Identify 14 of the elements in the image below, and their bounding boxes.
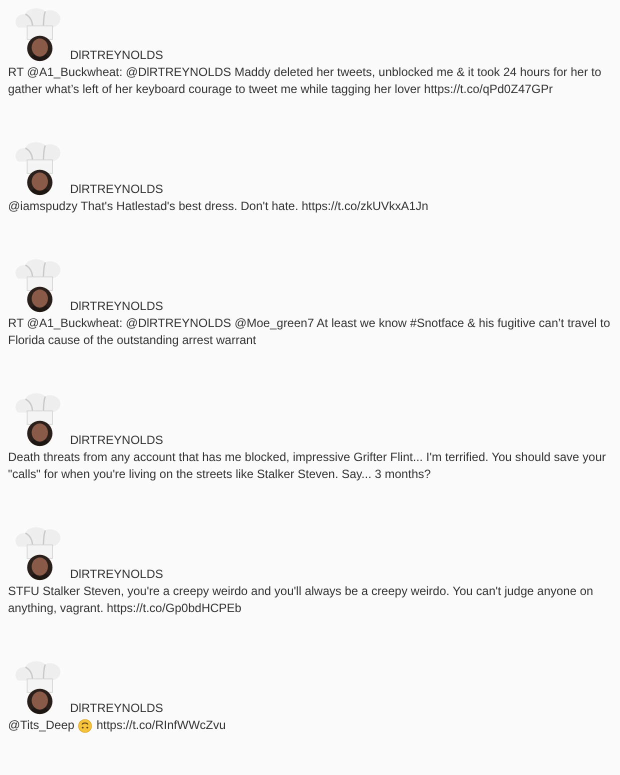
- author-name: DlRTREYNOLDS: [70, 299, 164, 313]
- author-name: DlRTREYNOLDS: [70, 48, 164, 62]
- tweet-text: https://t.co/RInfWWcZvu: [96, 717, 226, 734]
- tweet-text: RT @A1_Buckwheat: @DlRTREYNOLDS Maddy deleted her tweets, unblocked me & it took 24 hours for her to gather what’s left of her keyboard courage to tweet me while tagging her lover https://t.co/qPd0Z47GPr: [8, 64, 602, 98]
- author-name: DlRTREYNOLDS: [70, 701, 164, 715]
- upside-down-face-icon: [78, 718, 92, 732]
- author-name: DlRTREYNOLDS: [70, 433, 164, 447]
- tweet-text: STFU Stalker Steven, you're a creepy weirdo and you'll always be a creepy weirdo. You can't judge anyone on anything, vagrant. https://t.co/Gp0bdHCPEb: [8, 583, 594, 617]
- tweet-text: RT @A1_Buckwheat: @DlRTREYNOLDS @Moe_green7 At least we know #Snotface & his fugitive can’t travel to Florida cause of the outstanding arrest warrant: [8, 315, 612, 349]
- tweet-text: @Tits_Deep: [8, 717, 74, 734]
- author-name: DlRTREYNOLDS: [70, 182, 164, 196]
- tweet-text: @iamspudzy That's Hatlestad's best dress. Don't hate. https://t.co/zkUVkxA1Jn: [8, 198, 428, 215]
- tweet-text: Death threats from any account that has me blocked, impressive Grifter Flint... I'm terrified. You should save your "calls" for when you're living on the streets like Stalker Steven. Say... 3 months?: [8, 449, 607, 483]
- author-name: DlRTREYNOLDS: [70, 567, 164, 581]
